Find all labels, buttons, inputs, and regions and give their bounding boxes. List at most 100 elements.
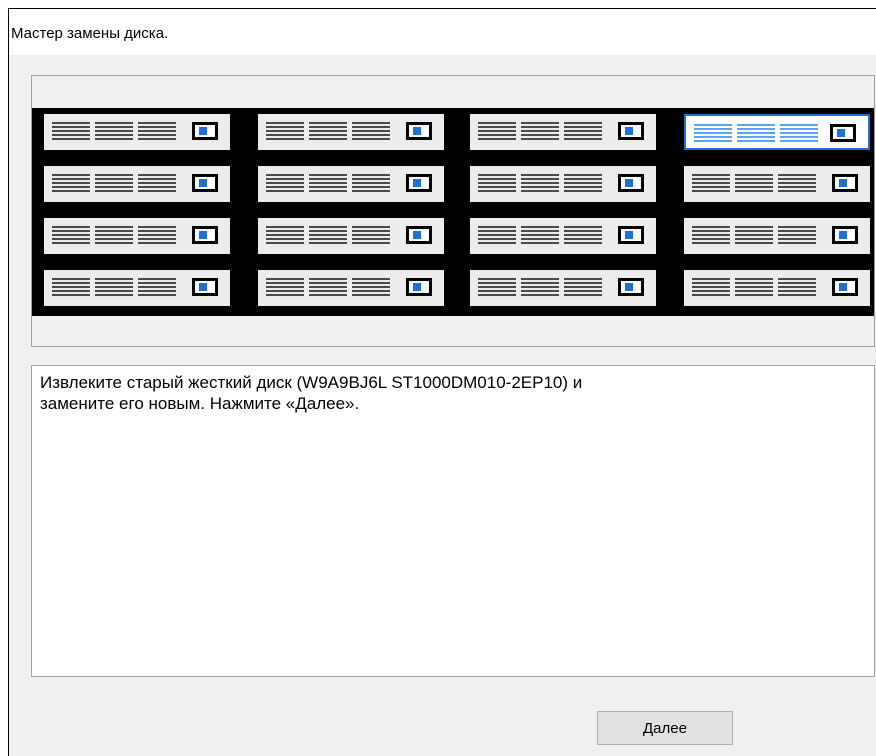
drive-vent-icon <box>138 122 176 140</box>
drive-vent-icon <box>138 226 176 244</box>
drive-led-icon <box>832 226 858 244</box>
drive-vent-icon <box>309 174 347 192</box>
drive-bay-2-4[interactable] <box>684 166 870 202</box>
drive-vent-icon <box>564 122 602 140</box>
drive-vent-icon <box>478 278 516 296</box>
drive-vent-icon <box>266 226 304 244</box>
drive-vent-icon <box>95 226 133 244</box>
hard-drive-bay-icon <box>478 226 602 244</box>
drive-led-icon <box>406 122 432 140</box>
wizard-window: Мастер замены диска. Извлеките старый же… <box>8 8 876 756</box>
drive-vent-icon <box>266 174 304 192</box>
hard-drive-bay-icon <box>266 226 390 244</box>
drive-vent-icon <box>266 278 304 296</box>
title-bar: Мастер замены диска. <box>9 9 876 55</box>
drive-led-icon <box>618 226 644 244</box>
drive-vent-icon <box>564 174 602 192</box>
drive-vent-icon <box>52 226 90 244</box>
drive-vent-icon <box>521 122 559 140</box>
drive-bay-4-3[interactable] <box>470 270 656 306</box>
hard-drive-bay-icon <box>478 122 602 140</box>
drive-vent-icon <box>478 122 516 140</box>
drive-vent-icon <box>138 174 176 192</box>
hard-drive-bay-icon <box>478 278 602 296</box>
drive-vent-icon <box>737 124 775 142</box>
next-button[interactable]: Далее <box>597 711 733 745</box>
hard-drive-bay-icon <box>692 278 816 296</box>
drive-vent-icon <box>521 174 559 192</box>
drive-led-icon <box>192 122 218 140</box>
drive-vent-icon <box>778 226 816 244</box>
drive-led-icon <box>406 278 432 296</box>
drive-vent-icon <box>52 278 90 296</box>
drive-vent-icon <box>735 174 773 192</box>
drive-led-icon <box>192 174 218 192</box>
drive-led-icon <box>832 278 858 296</box>
drive-vent-icon <box>694 124 732 142</box>
drive-bay-2-3[interactable] <box>470 166 656 202</box>
hard-drive-bay-icon <box>52 174 176 192</box>
drive-vent-icon <box>95 278 133 296</box>
drive-vent-icon <box>352 122 390 140</box>
window-title: Мастер замены диска. <box>11 25 169 42</box>
drive-vent-icon <box>309 278 347 296</box>
hard-drive-bay-icon <box>266 174 390 192</box>
drive-led-icon <box>406 174 432 192</box>
drive-bay-2-1[interactable] <box>44 166 230 202</box>
drive-vent-icon <box>138 278 176 296</box>
drive-vent-icon <box>778 278 816 296</box>
drive-led-icon <box>618 122 644 140</box>
drive-vent-icon <box>52 174 90 192</box>
hard-drive-bay-icon <box>52 226 176 244</box>
drive-bay-3-1[interactable] <box>44 218 230 254</box>
drive-vent-icon <box>735 278 773 296</box>
drive-vent-icon <box>478 226 516 244</box>
drive-vent-icon <box>309 122 347 140</box>
drive-vent-icon <box>309 226 347 244</box>
hard-drive-bay-icon <box>478 174 602 192</box>
drive-vent-icon <box>95 122 133 140</box>
hard-drive-bay-icon <box>266 278 390 296</box>
drive-vent-icon <box>692 174 730 192</box>
drive-bay-1-1[interactable] <box>44 114 230 150</box>
drive-vent-icon <box>521 278 559 296</box>
drive-led-icon <box>830 124 856 142</box>
instruction-text: Извлеките старый жесткий диск (W9A9BJ6L … <box>31 365 875 677</box>
drive-vent-icon <box>780 124 818 142</box>
drive-bay-4-2[interactable] <box>258 270 444 306</box>
hard-drive-bay-icon <box>52 278 176 296</box>
drive-bay-panel <box>31 75 875 347</box>
drive-vent-icon <box>95 174 133 192</box>
drive-vent-icon <box>564 278 602 296</box>
hard-drive-bay-icon <box>692 226 816 244</box>
drive-bay-3-4[interactable] <box>684 218 870 254</box>
drive-bay-1-2[interactable] <box>258 114 444 150</box>
drive-vent-icon <box>352 278 390 296</box>
drive-vent-icon <box>521 226 559 244</box>
drive-vent-icon <box>478 174 516 192</box>
drive-led-icon <box>192 278 218 296</box>
drive-bay-3-3[interactable] <box>470 218 656 254</box>
drive-bay-4-4[interactable] <box>684 270 870 306</box>
hard-drive-bay-icon <box>266 122 390 140</box>
drive-vent-icon <box>52 122 90 140</box>
drive-led-icon <box>192 226 218 244</box>
drive-led-icon <box>618 174 644 192</box>
drive-vent-icon <box>692 226 730 244</box>
drive-vent-icon <box>778 174 816 192</box>
drive-vent-icon <box>692 278 730 296</box>
drive-led-icon <box>406 226 432 244</box>
drive-bay-4-1[interactable] <box>44 270 230 306</box>
hard-drive-bay-icon <box>52 122 176 140</box>
hard-drive-bay-icon <box>692 174 816 192</box>
drive-bay-3-2[interactable] <box>258 218 444 254</box>
drive-bay-1-3[interactable] <box>470 114 656 150</box>
drive-bay-2-2[interactable] <box>258 166 444 202</box>
hard-drive-bay-icon <box>694 124 818 142</box>
drive-bay-1-4[interactable] <box>684 114 870 150</box>
drive-vent-icon <box>735 226 773 244</box>
drive-vent-icon <box>266 122 304 140</box>
drive-bay-grid <box>32 108 874 316</box>
drive-led-icon <box>618 278 644 296</box>
drive-vent-icon <box>564 226 602 244</box>
